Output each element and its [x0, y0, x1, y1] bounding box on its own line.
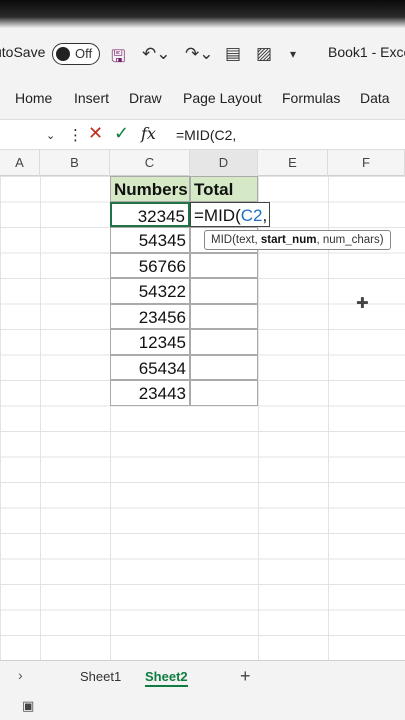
- insert-function-icon[interactable]: fx: [141, 124, 156, 143]
- autosave-state: Off: [75, 46, 93, 61]
- tab-home[interactable]: Home: [15, 90, 52, 106]
- tab-page-layout[interactable]: Page Layout: [183, 90, 262, 106]
- enter-icon[interactable]: ✓: [114, 123, 129, 144]
- cell-cursor-icon: ✚: [356, 295, 369, 312]
- sheet-tab-sheet1[interactable]: Sheet1: [80, 669, 121, 684]
- number-cell[interactable]: 23456: [110, 303, 190, 329]
- tab-draw[interactable]: Draw: [129, 90, 162, 106]
- ribbon-tabs: Home Insert Draw Page Layout Formulas Da…: [0, 78, 405, 120]
- autosave-label: utoSave: [0, 44, 46, 60]
- number-cell[interactable]: 65434: [110, 354, 190, 380]
- total-cell[interactable]: [190, 329, 258, 355]
- touch-mode-icon[interactable]: ▨: [256, 44, 272, 64]
- title-bar-shade: [0, 0, 405, 28]
- tooltip-current-arg: start_num: [260, 234, 317, 246]
- formula-input[interactable]: =MID(C2,: [176, 127, 236, 143]
- formula-bar: ⌄ ⋮ ✕ ✓ fx =MID(C2,: [0, 120, 405, 150]
- autosave-toggle[interactable]: Off: [52, 43, 100, 65]
- sheet-tabs-bar: › Sheet1 Sheet2 +: [0, 660, 405, 694]
- column-header-d[interactable]: D: [190, 150, 258, 176]
- number-cell[interactable]: 12345: [110, 329, 190, 355]
- formula-suffix: ,: [262, 205, 268, 225]
- add-sheet-icon[interactable]: +: [240, 666, 251, 687]
- accessibility-icon[interactable]: ▣: [22, 698, 34, 714]
- function-tooltip[interactable]: MID(text, start_num, num_chars): [204, 230, 391, 250]
- workbook-title: Book1 - Exce: [328, 44, 405, 60]
- status-bar: ▣: [0, 694, 405, 720]
- save-icon[interactable]: 🖫: [111, 44, 125, 73]
- total-cell[interactable]: [190, 252, 258, 278]
- number-cell[interactable]: 32345: [110, 201, 190, 227]
- redo-icon[interactable]: ↷⌄: [185, 44, 214, 64]
- tab-data[interactable]: Data: [360, 90, 390, 106]
- undo-icon[interactable]: ↶⌄: [142, 44, 171, 64]
- form-icon[interactable]: ▤: [225, 44, 241, 64]
- editing-cell-d2[interactable]: =MID(C2,: [190, 201, 270, 227]
- tab-insert[interactable]: Insert: [74, 90, 109, 106]
- column-header-f[interactable]: F: [328, 150, 405, 176]
- cancel-icon[interactable]: ✕: [88, 123, 103, 144]
- column-header-b[interactable]: B: [40, 150, 110, 176]
- cell-reference: C2: [240, 205, 263, 225]
- column-headers: A B C D E F: [0, 150, 405, 176]
- total-cell[interactable]: [190, 278, 258, 304]
- total-cell[interactable]: [190, 354, 258, 380]
- tooltip-suffix: , num_chars): [316, 234, 384, 246]
- tab-formulas[interactable]: Formulas: [282, 90, 340, 106]
- header-cell-numbers[interactable]: Numbers: [110, 176, 190, 202]
- grid-line: [40, 176, 41, 660]
- more-options-icon[interactable]: ⋮: [68, 126, 83, 144]
- column-header-a[interactable]: A: [0, 150, 40, 176]
- name-box-dropdown-icon[interactable]: ⌄: [46, 129, 55, 142]
- column-header-e[interactable]: E: [258, 150, 328, 176]
- title-bar: utoSave Off 🖫 ↶⌄ ↷⌄ ▤ ▨ ▾ Book1 - Exce: [0, 0, 405, 78]
- number-cell[interactable]: 54322: [110, 278, 190, 304]
- number-cell[interactable]: 54345: [110, 227, 190, 253]
- sheet-tab-sheet2[interactable]: Sheet2: [145, 669, 188, 687]
- total-cell[interactable]: [190, 303, 258, 329]
- toggle-knob: [56, 47, 70, 61]
- tooltip-prefix: MID(text,: [211, 234, 261, 246]
- header-cell-total[interactable]: Total: [190, 176, 258, 202]
- total-cell[interactable]: [190, 380, 258, 406]
- formula-prefix: =MID(: [194, 205, 241, 225]
- number-cell[interactable]: 23443: [110, 380, 190, 406]
- sheet-nav-icon[interactable]: ›: [18, 667, 23, 683]
- number-cell[interactable]: 56766: [110, 252, 190, 278]
- customize-toolbar-icon[interactable]: ▾: [290, 47, 296, 61]
- column-header-c[interactable]: C: [110, 150, 190, 176]
